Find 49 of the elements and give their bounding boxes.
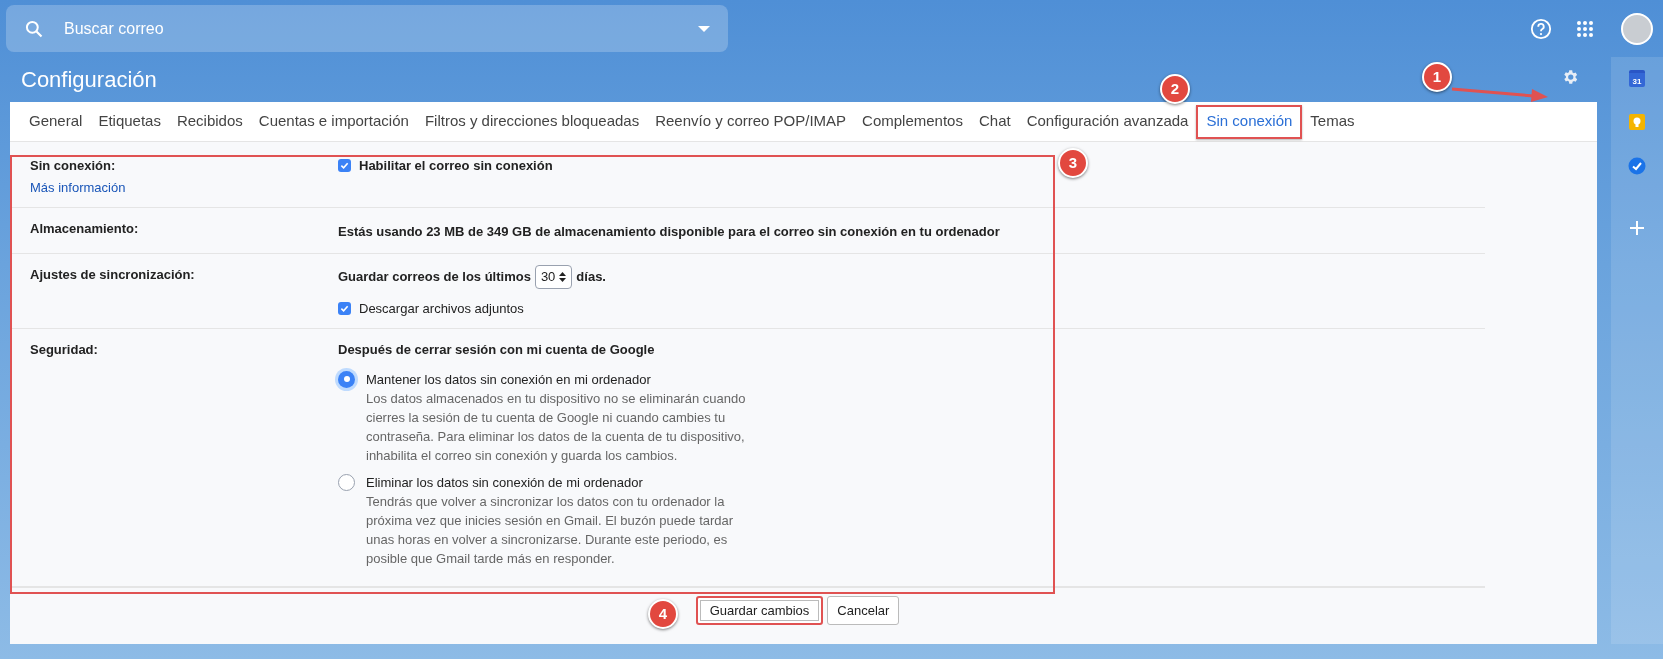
radio-label: Mantener los datos sin conexión en mi ordenador bbox=[366, 370, 652, 389]
checkbox[interactable] bbox=[338, 159, 351, 173]
radio-button[interactable] bbox=[338, 370, 355, 388]
settings-tab[interactable]: General bbox=[21, 104, 91, 139]
setting-label: Almacenamiento: bbox=[30, 220, 140, 238]
setting-label: Seguridad: bbox=[30, 341, 99, 359]
callout-number: 1 bbox=[1422, 62, 1452, 92]
form-button[interactable]: Guardar cambios bbox=[695, 595, 824, 625]
settings-tab[interactable]: Cuentas e importación bbox=[250, 104, 417, 139]
sync-suffix: días. bbox=[576, 268, 606, 286]
option-description: Tendrás que volver a sincronizar los datos con tu ordenador la próxima vez que inicies sesión en Gmail. El buzón puede tardar unas horas en volver a sincronizarse. Durante este periodo, es posible que Gmail tarde más en responder. bbox=[366, 492, 735, 568]
setting-label: Sin conexión: bbox=[30, 157, 117, 175]
days-select[interactable]: 30 bbox=[534, 265, 573, 289]
setting-label: Ajustes de sincronización: bbox=[30, 266, 196, 284]
storage-text: Estás usando 23 MB de 349 GB de almacenamiento disponible para el correo sin conexión en tu ordenador bbox=[338, 224, 1000, 239]
form-button[interactable]: Cancelar bbox=[827, 595, 900, 625]
help-icon[interactable] bbox=[1530, 17, 1552, 40]
checkbox[interactable] bbox=[338, 301, 351, 315]
option-description: Los datos almacenados en tu dispositivo no se eliminarán cuando cierres la sesión de tu cuenta de Google ni cuando cambies tu contraseña. Para eliminar los datos de la cuenta de tu dispositivo, inhabilita el correo sin conexión y guarda los cambios. bbox=[366, 389, 747, 465]
settings-tab[interactable]: Filtros y direcciones bloqueadas bbox=[416, 104, 648, 139]
page-title: Configuración bbox=[21, 66, 157, 94]
dropdown-caret-icon[interactable] bbox=[698, 25, 710, 32]
settings-tab[interactable]: Configuración avanzada bbox=[1018, 104, 1197, 139]
settings-tab[interactable]: Recibidos bbox=[168, 104, 251, 139]
settings-tab[interactable]: Etiquetas bbox=[90, 104, 169, 139]
checkbox-label: Descargar archivos adjuntos bbox=[359, 299, 524, 318]
settings-tab[interactable]: Chat bbox=[970, 104, 1019, 139]
search-icon bbox=[24, 18, 44, 39]
settings-tab[interactable]: Temas bbox=[1302, 104, 1363, 139]
radio-button[interactable] bbox=[338, 473, 355, 491]
callout-number: 2 bbox=[1160, 74, 1190, 104]
lightbulb-icon[interactable] bbox=[1628, 113, 1646, 131]
apps-grid-icon[interactable] bbox=[1577, 20, 1593, 37]
radio-label: Eliminar los datos sin conexión de mi ordenador bbox=[366, 473, 644, 492]
tasks-check-icon[interactable] bbox=[1628, 157, 1646, 175]
avatar[interactable] bbox=[1621, 12, 1653, 45]
settings-tab[interactable]: Reenvío y correo POP/IMAP bbox=[647, 104, 855, 139]
stepper-icon bbox=[559, 271, 567, 282]
calendar-icon[interactable]: 31 bbox=[1629, 70, 1645, 87]
checkbox-label: Habilitar el correo sin conexión bbox=[359, 157, 553, 175]
sync-prefix: Guardar correos de los últimos bbox=[338, 268, 531, 286]
search-field[interactable]: Buscar correo bbox=[6, 5, 728, 52]
search-input[interactable]: Buscar correo bbox=[64, 16, 678, 41]
security-heading: Después de cerrar sesión con mi cuenta de Google bbox=[338, 341, 656, 359]
settings-tab[interactable]: Sin conexión bbox=[1196, 104, 1303, 139]
settings-icon[interactable] bbox=[1561, 68, 1579, 86]
add-icon[interactable] bbox=[1630, 221, 1644, 235]
more-info-link[interactable]: Más información bbox=[30, 177, 126, 197]
settings-tab[interactable]: Complementos bbox=[854, 104, 971, 139]
